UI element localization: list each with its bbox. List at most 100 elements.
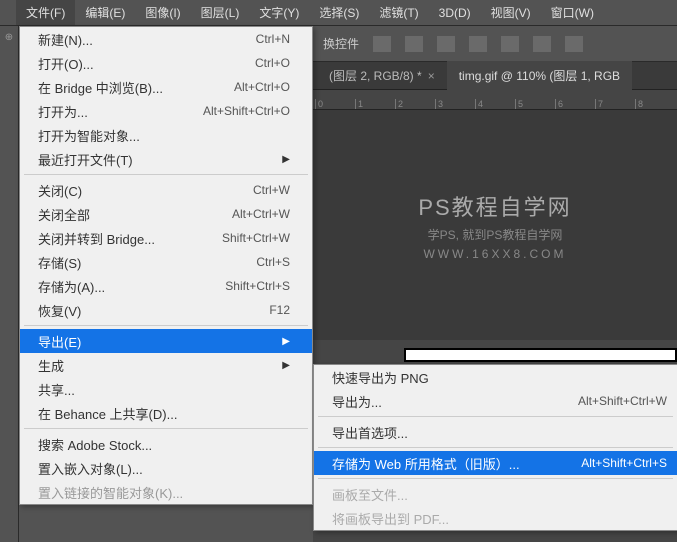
align-icon[interactable] (533, 36, 551, 52)
menu-item-label: 打开为智能对象... (38, 126, 290, 145)
menu-item-shortcut: Alt+Shift+Ctrl+O (203, 104, 290, 118)
menu-item-label: 打开(O)... (38, 54, 255, 73)
menu-item-label: 最近打开文件(T) (38, 150, 276, 169)
more-icon[interactable] (565, 36, 583, 52)
submenu-item-label: 快速导出为 PNG (332, 368, 667, 387)
menu-layer[interactable]: 图层(L) (191, 0, 250, 25)
file-menu-item[interactable]: 存储(S)Ctrl+S (20, 250, 312, 274)
align-icon[interactable] (501, 36, 519, 52)
file-menu-item[interactable]: 生成▶ (20, 353, 312, 377)
options-label: 换控件 (323, 35, 359, 52)
export-submenu-item[interactable]: 导出为...Alt+Shift+Ctrl+W (314, 389, 677, 413)
menu-3d[interactable]: 3D(D) (429, 2, 481, 24)
submenu-item-label: 存储为 Web 所用格式（旧版）... (332, 454, 581, 473)
menu-item-label: 共享... (38, 380, 290, 399)
menu-image[interactable]: 图像(I) (135, 0, 190, 25)
align-icon[interactable] (469, 36, 487, 52)
menu-separator (318, 447, 673, 448)
menu-select[interactable]: 选择(S) (309, 0, 369, 25)
file-menu-item[interactable]: 在 Bridge 中浏览(B)...Alt+Ctrl+O (20, 75, 312, 99)
menu-item-label: 在 Bridge 中浏览(B)... (38, 78, 234, 97)
menu-file[interactable]: 文件(F) (16, 0, 75, 25)
left-tool-strip: ⊕ (0, 26, 19, 542)
menu-view[interactable]: 视图(V) (481, 0, 541, 25)
export-submenu-item[interactable]: 快速导出为 PNG (314, 365, 677, 389)
options-bar: 换控件 (313, 26, 677, 62)
canvas-area[interactable]: PS教程自学网 学PS, 就到PS教程自学网 WWW.16XX8.COM (313, 110, 677, 340)
menu-item-label: 搜索 Adobe Stock... (38, 435, 290, 454)
file-menu-item[interactable]: 最近打开文件(T) ▶ (20, 147, 312, 171)
export-submenu-item[interactable]: 画板至文件... (314, 482, 677, 506)
document-tabs: (图层 2, RGB/8) *× timg.gif @ 110% (图层 1, … (313, 62, 677, 90)
close-icon[interactable]: × (428, 69, 435, 83)
watermark-title: PS教程自学网 (418, 190, 571, 222)
menu-separator (24, 428, 308, 429)
menu-item-shortcut: Shift+Ctrl+W (222, 231, 290, 245)
export-submenu-item[interactable]: 导出首选项... (314, 420, 677, 444)
export-submenu-item[interactable]: 存储为 Web 所用格式（旧版）...Alt+Shift+Ctrl+S (314, 451, 677, 475)
menu-item-label: 存储(S) (38, 253, 256, 272)
file-menu-item[interactable]: 置入嵌入对象(L)... (20, 456, 312, 480)
menu-type[interactable]: 文字(Y) (249, 0, 309, 25)
menu-item-label: 生成 (38, 356, 276, 375)
menu-item-label: 存储为(A)... (38, 277, 225, 296)
canvas-strip (404, 348, 677, 362)
file-menu-item[interactable]: 打开为智能对象... (20, 123, 312, 147)
submenu-item-label: 导出首选项... (332, 423, 667, 442)
export-submenu-item[interactable]: 将画板导出到 PDF... (314, 506, 677, 530)
menu-separator (24, 325, 308, 326)
submenu-arrow-icon: ▶ (282, 336, 290, 347)
file-menu-item[interactable]: 在 Behance 上共享(D)... (20, 401, 312, 425)
file-menu-item[interactable]: 打开(O)...Ctrl+O (20, 51, 312, 75)
menu-separator (318, 478, 673, 479)
doc-tab[interactable]: timg.gif @ 110% (图层 1, RGB (447, 61, 632, 90)
file-menu-item[interactable]: 导出(E) ▶ (20, 329, 312, 353)
doc-tab[interactable]: (图层 2, RGB/8) *× (317, 61, 447, 90)
file-menu-item[interactable]: 共享... (20, 377, 312, 401)
submenu-arrow-icon: ▶ (282, 154, 290, 165)
watermark-subtitle: 学PS, 就到PS教程自学网 (428, 226, 563, 243)
file-menu-item[interactable]: 关闭(C)Ctrl+W (20, 178, 312, 202)
menu-item-label: 在 Behance 上共享(D)... (38, 404, 290, 423)
menu-item-shortcut: Ctrl+O (255, 56, 290, 70)
menu-filter[interactable]: 滤镜(T) (369, 0, 428, 25)
menu-separator (318, 416, 673, 417)
menu-item-shortcut: Ctrl+S (256, 255, 290, 269)
menu-edit[interactable]: 编辑(E) (75, 0, 135, 25)
menu-item-label: 关闭并转到 Bridge... (38, 229, 222, 248)
menu-item-label: 关闭全部 (38, 205, 232, 224)
submenu-item-label: 画板至文件... (332, 485, 667, 504)
menu-item-shortcut: Ctrl+N (256, 32, 290, 46)
submenu-item-shortcut: Alt+Shift+Ctrl+S (581, 456, 667, 470)
submenu-item-shortcut: Alt+Shift+Ctrl+W (578, 394, 667, 408)
file-menu: 新建(N)...Ctrl+N打开(O)...Ctrl+O在 Bridge 中浏览… (19, 26, 313, 505)
menu-separator (24, 174, 308, 175)
file-menu-item[interactable]: 置入链接的智能对象(K)... (20, 480, 312, 504)
align-icon[interactable] (437, 36, 455, 52)
tool-icon[interactable]: ⊕ (0, 32, 18, 43)
menu-item-label: 关闭(C) (38, 181, 253, 200)
align-icon[interactable] (373, 36, 391, 52)
menu-item-shortcut: F12 (269, 303, 290, 317)
file-menu-item[interactable]: 新建(N)...Ctrl+N (20, 27, 312, 51)
file-menu-item[interactable]: 搜索 Adobe Stock... (20, 432, 312, 456)
file-menu-item[interactable]: 存储为(A)...Shift+Ctrl+S (20, 274, 312, 298)
menu-item-label: 新建(N)... (38, 30, 256, 49)
menu-item-label: 打开为... (38, 102, 203, 121)
menu-item-shortcut: Alt+Ctrl+O (234, 80, 290, 94)
menubar: 文件(F) 编辑(E) 图像(I) 图层(L) 文字(Y) 选择(S) 滤镜(T… (0, 0, 677, 26)
submenu-item-label: 导出为... (332, 392, 578, 411)
file-menu-item[interactable]: 恢复(V)F12 (20, 298, 312, 322)
file-menu-item[interactable]: 打开为...Alt+Shift+Ctrl+O (20, 99, 312, 123)
menu-item-label: 置入链接的智能对象(K)... (38, 483, 290, 502)
file-menu-item[interactable]: 关闭并转到 Bridge...Shift+Ctrl+W (20, 226, 312, 250)
menu-window[interactable]: 窗口(W) (541, 0, 604, 25)
menu-item-label: 导出(E) (38, 332, 276, 351)
menu-item-label: 置入嵌入对象(L)... (38, 459, 290, 478)
submenu-item-label: 将画板导出到 PDF... (332, 509, 667, 528)
file-menu-item[interactable]: 关闭全部Alt+Ctrl+W (20, 202, 312, 226)
horizontal-ruler: 012345678 (313, 90, 677, 110)
menu-item-label: 恢复(V) (38, 301, 269, 320)
menu-item-shortcut: Ctrl+W (253, 183, 290, 197)
align-icon[interactable] (405, 36, 423, 52)
